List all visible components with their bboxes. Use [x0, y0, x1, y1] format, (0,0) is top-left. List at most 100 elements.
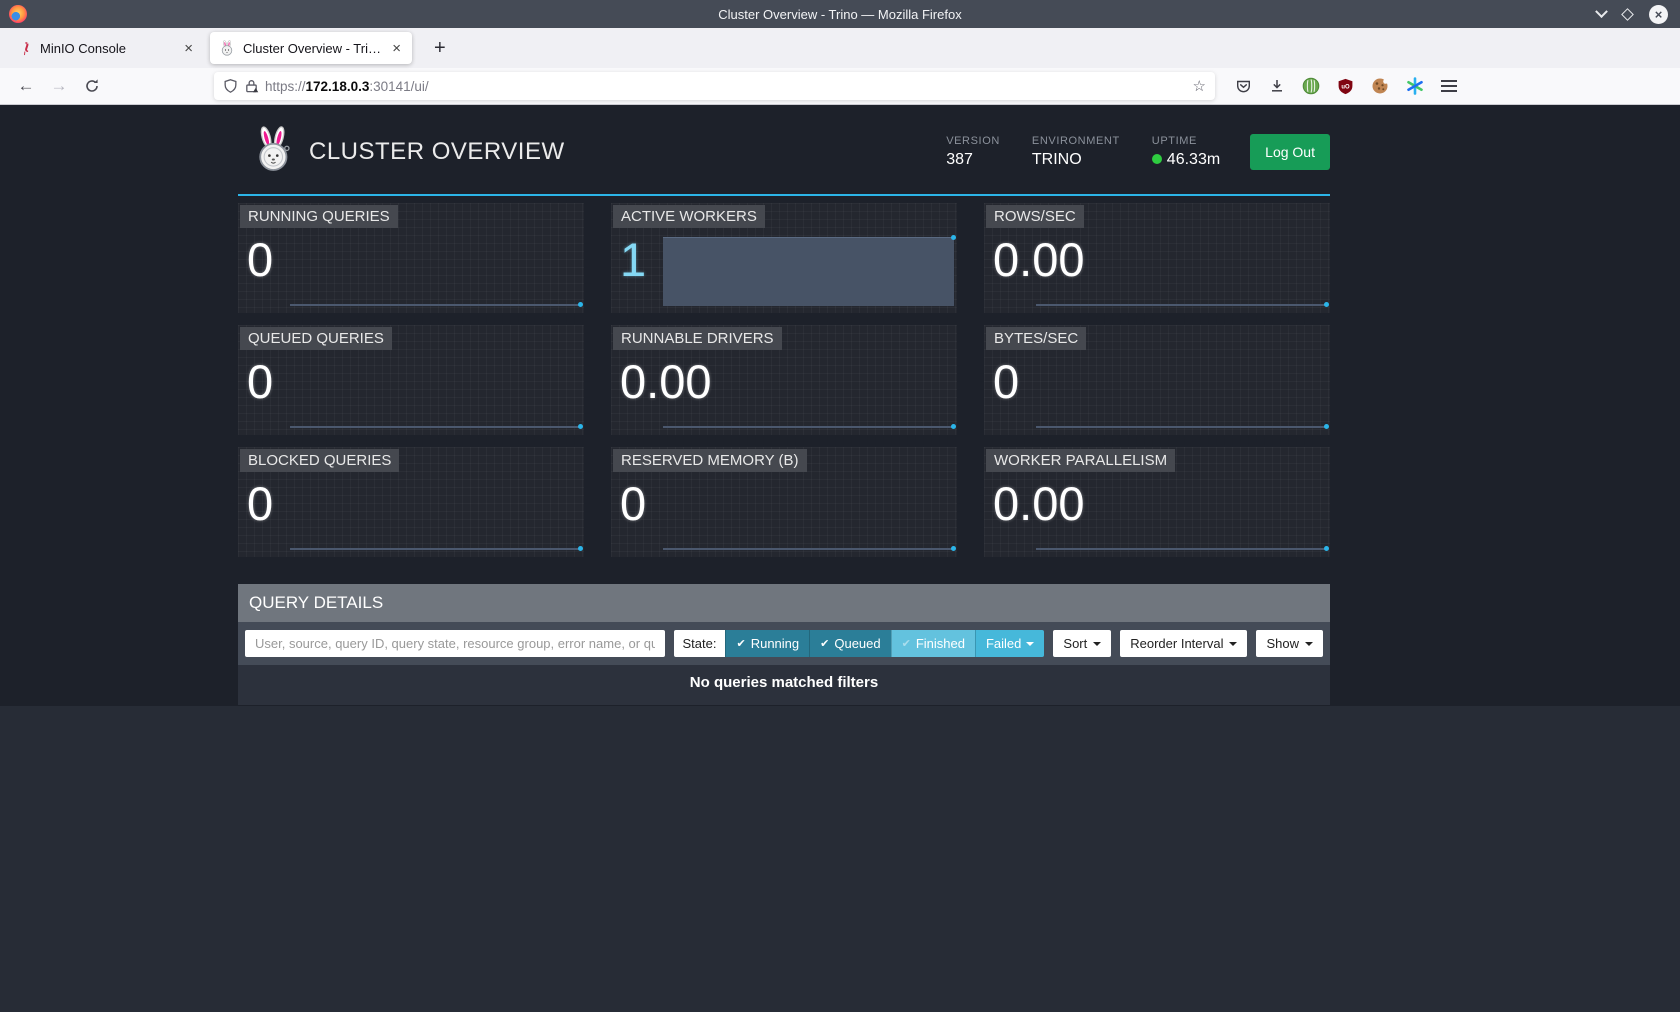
page-viewport: CLUSTER OVERVIEW VERSION 387 ENVIRONMENT… — [0, 105, 1680, 1011]
window-maximize-diamond-icon[interactable] — [1621, 8, 1634, 21]
tile-label: RUNNABLE DRIVERS — [613, 327, 782, 350]
tile-blocked-queries: BLOCKED QUERIES 0 — [238, 447, 584, 557]
tile-value: 0 — [993, 355, 1019, 409]
tab-title: Cluster Overview - Trino — [243, 41, 382, 56]
new-tab-button[interactable]: + — [426, 37, 454, 60]
sparkline — [1036, 304, 1327, 306]
sort-dropdown[interactable]: Sort — [1053, 630, 1111, 657]
chevron-down-icon — [1305, 642, 1313, 646]
uptime-label: UPTIME — [1152, 135, 1220, 147]
status-dot-icon — [1152, 154, 1162, 164]
tile-queued-queries: QUEUED QUERIES 0 — [238, 325, 584, 435]
ublock-origin-icon[interactable]: uO — [1337, 78, 1354, 95]
tile-value: 0 — [247, 477, 273, 531]
logout-button[interactable]: Log Out — [1250, 134, 1330, 170]
flamingo-icon — [17, 41, 32, 56]
version-value: 387 — [946, 151, 1000, 169]
bunny-icon — [219, 40, 235, 56]
tile-running-queries: RUNNING QUERIES 0 — [238, 203, 584, 313]
bookmark-star-icon[interactable]: ☆ — [1193, 77, 1206, 95]
query-details-title: QUERY DETAILS — [238, 584, 1330, 622]
state-queued-button[interactable]: ✔ Queued — [809, 630, 890, 657]
check-icon: ✔ — [820, 637, 829, 650]
pocket-icon[interactable] — [1235, 78, 1252, 94]
privacy-badger-icon[interactable] — [1302, 77, 1320, 95]
tile-value: 0.00 — [993, 233, 1084, 287]
tile-label: RUNNING QUERIES — [240, 205, 398, 228]
state-failed-dropdown[interactable]: Failed — [975, 630, 1044, 657]
tile-reserved-memory: RESERVED MEMORY (B) 0 — [611, 447, 957, 557]
state-finished-button[interactable]: ✔ Finished — [891, 630, 975, 657]
reorder-interval-dropdown[interactable]: Reorder Interval — [1120, 630, 1247, 657]
tile-label: ROWS/SEC — [986, 205, 1084, 228]
reload-icon[interactable] — [78, 72, 106, 100]
tile-label: QUEUED QUERIES — [240, 327, 392, 350]
tile-rows-sec: ROWS/SEC 0.00 — [984, 203, 1330, 313]
page-title: CLUSTER OVERVIEW — [309, 138, 565, 166]
download-icon[interactable] — [1269, 78, 1285, 94]
navigation-toolbar: ← → https://172.18.0.3:30141/ui/ ☆ uO — [0, 68, 1680, 105]
tile-worker-parallelism: WORKER PARALLELISM 0.00 — [984, 447, 1330, 557]
query-details-section: QUERY DETAILS State: ✔ Running ✔ Queued — [238, 584, 1330, 705]
state-filter-label: State: — [674, 630, 726, 657]
window-minimize-chevron-icon[interactable] — [1595, 5, 1608, 18]
sparkline — [1036, 548, 1327, 550]
tile-value: 1 — [620, 233, 646, 287]
tab-bar: MinIO Console × Cluster Overview - Trino… — [0, 28, 1680, 68]
empty-message: No queries matched filters — [690, 674, 878, 691]
query-filter-toolbar: State: ✔ Running ✔ Queued ✔ Finished — [238, 622, 1330, 665]
chevron-down-icon — [1229, 642, 1237, 646]
tile-label: WORKER PARALLELISM — [986, 449, 1175, 472]
tile-value: 0.00 — [620, 355, 711, 409]
tile-runnable-drivers: RUNNABLE DRIVERS 0.00 — [611, 325, 957, 435]
tab-title: MinIO Console — [40, 41, 174, 56]
sparkline — [1036, 426, 1327, 428]
tab-minio-console[interactable]: MinIO Console × — [8, 32, 204, 64]
chevron-down-icon — [1026, 642, 1034, 646]
uptime-stat: UPTIME 46.33m — [1152, 135, 1220, 169]
tracking-shield-icon[interactable] — [223, 78, 238, 94]
query-list-empty-state: No queries matched filters — [238, 665, 1330, 705]
query-search-input[interactable] — [245, 630, 665, 657]
chevron-down-icon — [1093, 642, 1101, 646]
cookie-icon[interactable] — [1371, 77, 1389, 95]
environment-stat: ENVIRONMENT TRINO — [1032, 135, 1120, 169]
tab-cluster-overview[interactable]: Cluster Overview - Trino × — [210, 32, 412, 64]
asterisk-extension-icon[interactable] — [1406, 77, 1424, 95]
close-icon[interactable]: × — [390, 40, 403, 57]
window-close-icon[interactable]: × — [1649, 5, 1668, 24]
url-host: 172.18.0.3 — [306, 79, 370, 94]
environment-value: TRINO — [1032, 151, 1120, 169]
tile-label: BLOCKED QUERIES — [240, 449, 399, 472]
url-path: :30141/ui/ — [369, 79, 428, 94]
sparkline — [663, 548, 954, 550]
version-stat: VERSION 387 — [946, 135, 1000, 169]
state-running-button[interactable]: ✔ Running — [725, 630, 809, 657]
sparkline — [663, 426, 954, 428]
tile-value: 0 — [247, 355, 273, 409]
tile-active-workers: ACTIVE WORKERS 1 — [611, 203, 957, 313]
window-title: Cluster Overview - Trino — Mozilla Firef… — [718, 7, 961, 22]
uptime-value: 46.33m — [1167, 151, 1220, 168]
sparkline — [290, 426, 581, 428]
tile-label: BYTES/SEC — [986, 327, 1086, 350]
back-icon[interactable]: ← — [12, 72, 40, 100]
forward-icon[interactable]: → — [45, 72, 73, 100]
trino-bunny-logo-icon — [253, 125, 295, 178]
url-bar[interactable]: https://172.18.0.3:30141/ui/ ☆ — [214, 72, 1215, 100]
metric-tiles-grid: RUNNING QUERIES 0 ACTIVE WORKERS 1 ROWS/… — [238, 203, 1330, 557]
window-titlebar: Cluster Overview - Trino — Mozilla Firef… — [0, 0, 1680, 28]
lock-warning-icon[interactable] — [244, 78, 259, 94]
sparkline — [663, 237, 954, 306]
sparkline — [290, 548, 581, 550]
show-dropdown[interactable]: Show — [1256, 630, 1323, 657]
url-protocol: https:// — [265, 79, 306, 94]
sparkline — [290, 304, 581, 306]
state-filter-group: State: ✔ Running ✔ Queued ✔ Finished — [674, 630, 1045, 657]
svg-text:uO: uO — [1341, 84, 1350, 90]
firefox-icon — [9, 5, 27, 23]
menu-icon[interactable] — [1441, 79, 1457, 93]
tile-label: ACTIVE WORKERS — [613, 205, 765, 228]
close-icon[interactable]: × — [182, 40, 195, 57]
tile-bytes-sec: BYTES/SEC 0 — [984, 325, 1330, 435]
